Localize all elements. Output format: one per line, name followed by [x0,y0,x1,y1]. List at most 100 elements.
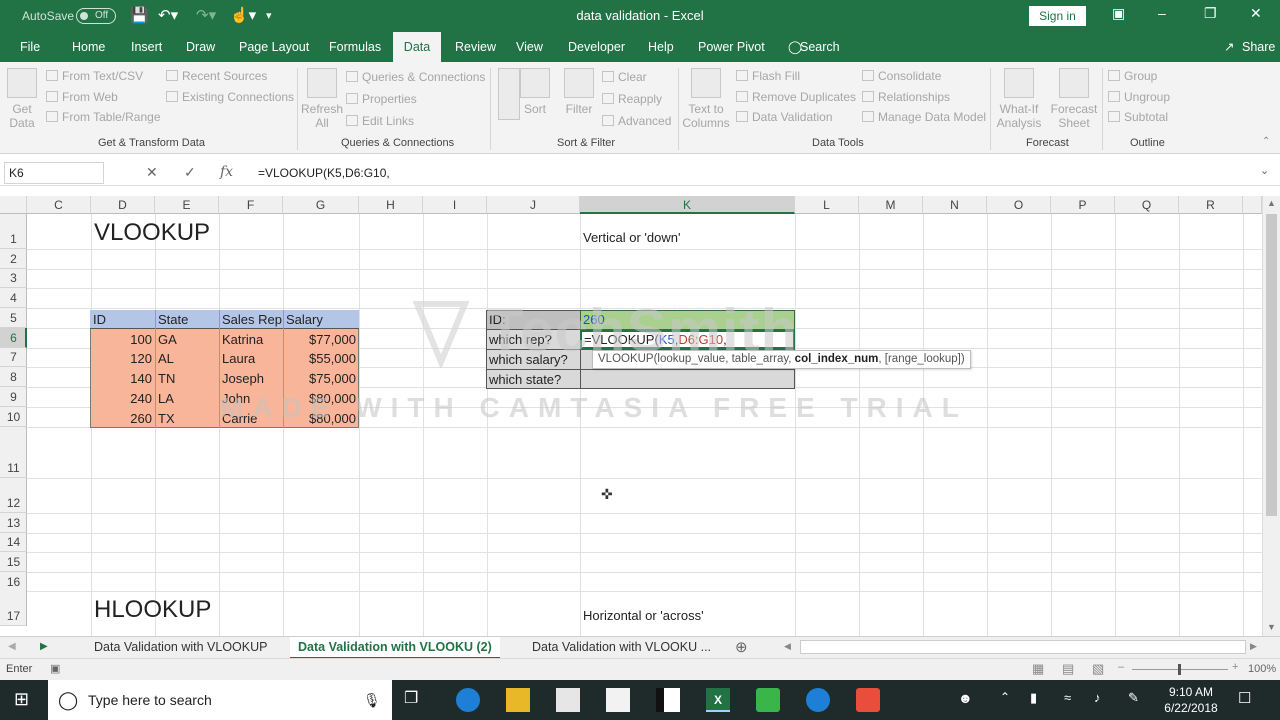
edge-browser-icon[interactable] [456,688,480,712]
scroll-thumb[interactable] [1266,214,1277,516]
manage-data-model-button[interactable]: Manage Data Model [862,110,986,124]
column-header[interactable]: M [859,196,923,214]
advanced-button[interactable]: Advanced [602,114,671,128]
table-cell-id[interactable]: 100 [90,330,155,349]
from-text-button[interactable]: From Text/CSV [46,69,143,83]
tell-me-search[interactable]: Search [792,32,848,62]
tab-insert[interactable]: Insert [123,32,170,62]
vertical-note[interactable]: Vertical or 'down' [580,228,683,247]
from-table-button[interactable]: From Table/Range [46,110,161,124]
normal-view-icon[interactable]: ▦ [1032,661,1044,677]
column-header[interactable]: H [359,196,423,214]
table-cell-state[interactable]: TX [155,409,219,428]
lookup-id-value[interactable]: 260 [580,310,795,329]
column-header[interactable]: R [1179,196,1243,214]
table-cell-rep[interactable]: Laura [219,349,283,368]
row-header[interactable]: 7 [0,348,27,367]
table-cell-rep[interactable]: Joseph [219,369,283,388]
windows-start-icon[interactable]: ⊞ [14,689,29,710]
cancel-icon[interactable]: ✕ [146,164,158,181]
table-cell-id[interactable]: 120 [90,349,155,368]
battery-icon[interactable]: ▮ [1030,690,1037,706]
insert-function-icon[interactable]: fx [220,164,233,180]
row-header[interactable]: 5 [0,308,27,328]
tab-draw[interactable]: Draw [178,32,223,62]
row-header[interactable]: 9 [0,387,27,407]
row-header-selected[interactable]: 6 [0,328,27,348]
macro-record-icon[interactable]: ▣ [50,662,60,675]
sort-button[interactable]: Sort [518,68,552,116]
worksheet-grid[interactable]: C D E F G H I J K L M N O P Q R 1 2 3 4 … [0,196,1262,636]
lookup-label-state[interactable]: which state? [486,370,580,389]
flash-fill-button[interactable]: Flash Fill [736,69,800,83]
tab-review[interactable]: Review [447,32,504,62]
column-header-selected[interactable]: K [580,196,795,214]
filter-button[interactable]: Filter [562,68,596,116]
row-header[interactable]: 3 [0,269,27,288]
column-header[interactable]: I [423,196,487,214]
column-header[interactable]: C [27,196,91,214]
zoom-out-icon[interactable]: – [1118,661,1124,673]
action-center-icon[interactable]: ☐ [1238,689,1251,707]
name-box[interactable]: K6 [4,162,104,184]
what-if-button[interactable]: What-If Analysis [994,68,1044,130]
lookup-label-rep[interactable]: which rep? [486,330,580,349]
sheet-tab[interactable]: Data Validation with VLOOKUP [86,637,275,659]
column-header[interactable]: Q [1115,196,1179,214]
scroll-down-icon[interactable]: ▼ [1267,622,1276,632]
task-view-icon[interactable]: ❐ [404,688,428,712]
table-cell-salary[interactable]: $75,000 [283,369,359,388]
table-cell-id[interactable]: 240 [90,389,155,408]
remove-duplicates-button[interactable]: Remove Duplicates [736,90,856,104]
page-break-view-icon[interactable]: ▧ [1092,661,1104,677]
enter-icon[interactable]: ✓ [184,164,196,181]
text-to-columns-button[interactable]: Text to Columns [682,68,730,130]
column-header[interactable]: P [1051,196,1115,214]
refresh-all-button[interactable]: Refresh All [300,68,344,130]
tab-power-pivot[interactable]: Power Pivot [690,32,773,62]
column-header[interactable]: L [795,196,859,214]
forecast-sheet-button[interactable]: Forecast Sheet [1048,68,1100,130]
zoom-slider-thumb[interactable] [1178,664,1181,675]
row-header[interactable]: 12 [0,478,27,513]
table-cell-state[interactable]: AL [155,349,219,368]
zoom-in-icon[interactable]: + [1232,661,1238,673]
column-header[interactable]: E [155,196,219,214]
column-header[interactable]: F [219,196,283,214]
show-hidden-icons-icon[interactable]: ⌃ [1000,690,1010,704]
relationships-button[interactable]: Relationships [862,90,950,104]
row-header[interactable]: 14 [0,533,27,552]
row-header[interactable]: 15 [0,552,27,572]
page-layout-view-icon[interactable]: ▤ [1062,661,1074,677]
row-header[interactable]: 16 17 [0,572,27,626]
sheet-tab-active[interactable]: Data Validation with VLOOKU (2) [290,637,500,659]
horizontal-scrollbar[interactable] [800,640,1246,654]
expand-formula-icon[interactable]: ⌄ [1260,164,1269,177]
horizontal-note[interactable]: Horizontal or 'across' [580,606,707,625]
excel-taskbar-icon[interactable]: X [706,688,730,712]
get-data-button[interactable]: Get Data [4,68,40,130]
properties-button[interactable]: Properties [346,92,417,106]
column-header[interactable]: O [987,196,1051,214]
table-header-id[interactable]: ID [90,310,155,329]
row-header[interactable]: 11 [0,427,27,478]
table-cell-rep[interactable]: John [219,389,283,408]
row-header[interactable]: 13 [0,513,27,533]
active-cell-k6[interactable]: =VLOOKUP(K5,D6:G10, [580,330,795,349]
hscroll-left-icon[interactable]: ◀ [784,641,791,652]
scroll-up-icon[interactable]: ▲ [1267,198,1276,208]
tab-formulas[interactable]: Formulas [321,32,389,62]
table-cell-state[interactable]: TN [155,369,219,388]
collapse-ribbon-icon[interactable]: ⌃ [1262,136,1270,147]
share-button[interactable]: Share [1234,32,1280,62]
teamviewer-icon[interactable] [806,688,830,712]
table-header-state[interactable]: State [155,310,219,329]
table-cell-rep[interactable]: Katrina [219,330,283,349]
close-icon[interactable]: ✕ [1250,5,1262,22]
volume-icon[interactable]: ♪ [1094,690,1101,705]
table-cell-rep[interactable]: Carrie [219,409,283,428]
add-sheet-icon[interactable]: ⊕ [735,638,748,656]
table-cell-id[interactable]: 260 [90,409,155,428]
recent-sources-button[interactable]: Recent Sources [166,69,267,83]
wifi-icon[interactable]: ≈ [1064,690,1071,705]
